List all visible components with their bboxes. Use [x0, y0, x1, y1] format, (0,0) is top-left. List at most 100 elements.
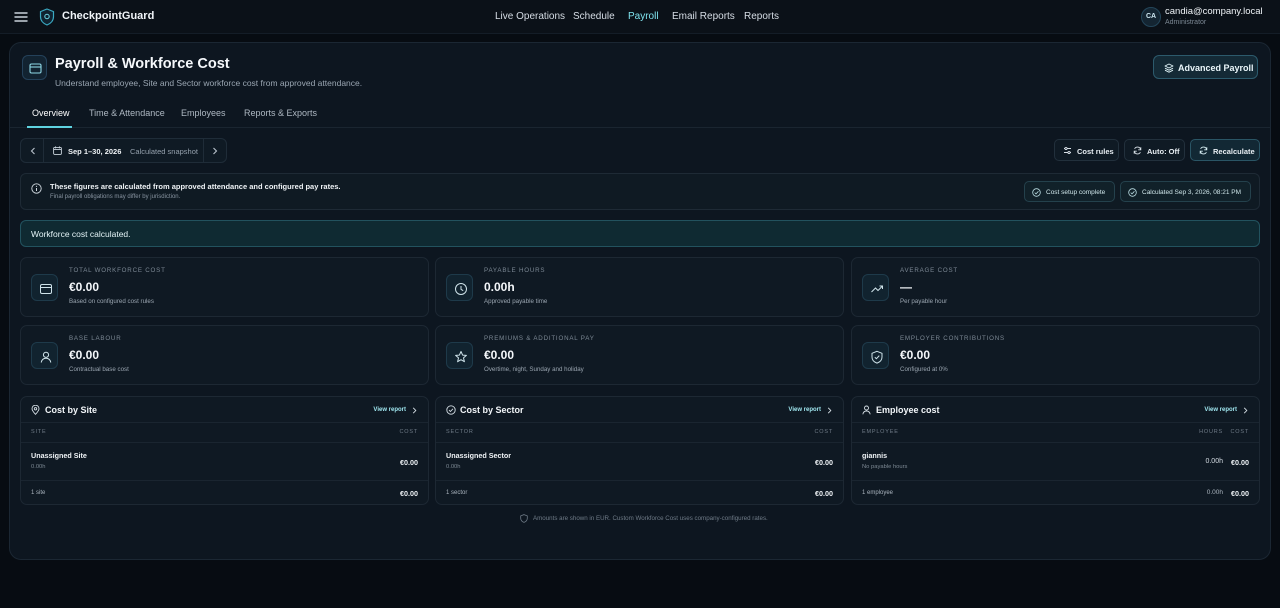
table-row-amount: €0.00: [400, 458, 418, 467]
refresh-icon: [1133, 146, 1142, 155]
kpi-value: —: [900, 280, 912, 294]
user-icon: [862, 405, 871, 415]
wallet-icon: [22, 55, 47, 80]
info-icon: [31, 183, 42, 194]
kpi-description: Per payable hour: [900, 298, 948, 305]
top-navigation-bar: CheckpointGuard Live Operations Schedule…: [0, 0, 1280, 34]
wallet-icon: [31, 274, 58, 301]
auto-toggle-button[interactable]: Auto: Off: [1124, 139, 1185, 161]
kpi-average-cost: AVERAGE COST — Per payable hour: [851, 257, 1260, 317]
table-footer-hours: 0.00h: [1206, 489, 1223, 496]
calculated-timestamp-badge: Calculated Sep 3, 2026, 08:21 PM: [1120, 181, 1251, 202]
view-report-link[interactable]: View report: [1204, 407, 1237, 413]
table-row-hours: 0.00h: [31, 464, 46, 470]
kpi-value: €0.00: [69, 348, 100, 362]
info-note: Final payroll obligations may differ by …: [50, 194, 181, 200]
column-header-cost: COST: [814, 429, 833, 435]
table-footer-total: €0.00: [400, 489, 418, 498]
table-row-amount: €0.00: [1231, 458, 1249, 467]
card-title: Cost by Sector: [460, 405, 524, 415]
page-subtitle: Understand employee, Site and Sector wor…: [55, 78, 363, 88]
tab-overview[interactable]: Overview: [32, 108, 70, 118]
kpi-description: Configured at 0%: [900, 366, 948, 373]
success-banner: Workforce cost calculated.: [20, 220, 1260, 247]
tab-employees[interactable]: Employees: [181, 108, 226, 118]
divider: [852, 480, 1259, 481]
period-selector: Sep 1–30, 2026 Calculated snapshot: [20, 138, 227, 163]
table-row-hours: 0.00h: [446, 464, 461, 470]
check-circle-icon: [1128, 188, 1137, 197]
footnote-text: Amounts are shown in EUR. Custom Workfor…: [533, 515, 768, 522]
cost-by-site-card: Cost by Site View report SITE COST Unass…: [20, 396, 429, 505]
sliders-icon: [1064, 146, 1071, 155]
kpi-label: BASE LABOUR: [69, 335, 122, 342]
info-banner: These figures are calculated from approv…: [20, 173, 1260, 210]
chevron-right-icon[interactable]: [412, 407, 417, 414]
hamburger-menu-icon[interactable]: [14, 11, 28, 23]
table-footer-count: 1 site: [31, 490, 46, 496]
kpi-label: TOTAL WORKFORCE COST: [69, 267, 166, 274]
kpi-description: Approved payable time: [484, 298, 548, 305]
divider: [21, 422, 428, 423]
tab-reports-exports[interactable]: Reports & Exports: [244, 108, 317, 118]
divider: [852, 442, 1259, 443]
divider: [436, 422, 843, 423]
period-mode: Calculated snapshot: [130, 147, 198, 156]
tab-time-attendance[interactable]: Time & Attendance: [89, 108, 165, 118]
recalculate-button[interactable]: Recalculate: [1190, 139, 1260, 161]
calendar-icon: [53, 146, 62, 155]
tabs-divider: [10, 127, 1270, 128]
column-header-sector: SECTOR: [446, 429, 474, 435]
divider: [203, 139, 204, 162]
kpi-value: €0.00: [69, 280, 100, 294]
table-row-name[interactable]: giannis: [862, 451, 887, 460]
user-role: Administrator: [1165, 19, 1207, 26]
kpi-value: €0.00: [900, 348, 931, 362]
table-row-amount: €0.00: [815, 458, 833, 467]
table-row-name[interactable]: Unassigned Sector: [446, 451, 511, 460]
shield-check-icon: [862, 342, 889, 369]
kpi-label: EMPLOYER CONTRIBUTIONS: [900, 335, 1005, 342]
advanced-payroll-label: Advanced Payroll: [1178, 63, 1254, 73]
page-title: Payroll & Workforce Cost: [55, 56, 230, 72]
table-footer-count: 1 employee: [862, 490, 894, 496]
chevron-right-icon[interactable]: [1243, 407, 1248, 414]
nav-schedule[interactable]: Schedule: [573, 11, 615, 22]
star-icon: [446, 342, 473, 369]
table-row-name[interactable]: Unassigned Site: [31, 451, 87, 460]
clock-icon: [446, 274, 473, 301]
brand-name[interactable]: CheckpointGuard: [62, 10, 154, 22]
divider: [43, 139, 44, 162]
recalculate-label: Recalculate: [1213, 146, 1255, 156]
user-email[interactable]: candia@company.local: [1165, 6, 1263, 17]
nav-email-reports[interactable]: Email Reports: [672, 11, 735, 22]
period-range[interactable]: Sep 1–30, 2026: [68, 147, 121, 156]
divider: [21, 480, 428, 481]
cost-rules-button[interactable]: Cost rules: [1054, 139, 1119, 161]
nav-live-operations[interactable]: Live Operations: [495, 11, 565, 22]
kpi-description: Overtime, night, Sunday and holiday: [484, 366, 584, 373]
kpi-description: Based on configured cost rules: [69, 298, 154, 305]
status-badge: Cost setup complete: [1024, 181, 1115, 202]
calculated-at: Calculated Sep 3, 2026, 08:21 PM: [1142, 188, 1242, 196]
chevron-right-icon[interactable]: [212, 147, 218, 155]
nav-payroll[interactable]: Payroll: [628, 11, 659, 22]
avatar[interactable]: CA: [1141, 7, 1161, 27]
divider: [852, 422, 1259, 423]
chevron-right-icon[interactable]: [827, 407, 832, 414]
kpi-total-workforce-cost: TOTAL WORKFORCE COST €0.00 Based on conf…: [20, 257, 429, 317]
kpi-label: AVERAGE COST: [900, 267, 958, 274]
chevron-left-icon[interactable]: [30, 147, 36, 155]
view-report-link[interactable]: View report: [788, 407, 821, 413]
nav-reports[interactable]: Reports: [744, 11, 779, 22]
setup-status: Cost setup complete: [1046, 188, 1106, 196]
advanced-payroll-button[interactable]: Advanced Payroll: [1153, 55, 1258, 79]
kpi-value: 0.00h: [484, 280, 515, 294]
cost-by-sector-card: Cost by Sector View report SECTOR COST U…: [435, 396, 844, 505]
divider: [21, 442, 428, 443]
kpi-label: PREMIUMS & ADDITIONAL PAY: [484, 335, 595, 342]
view-report-link[interactable]: View report: [373, 407, 406, 413]
table-footer-total: €0.00: [1231, 489, 1249, 498]
shield-logo-icon[interactable]: [39, 8, 55, 26]
info-title: These figures are calculated from approv…: [50, 182, 341, 191]
